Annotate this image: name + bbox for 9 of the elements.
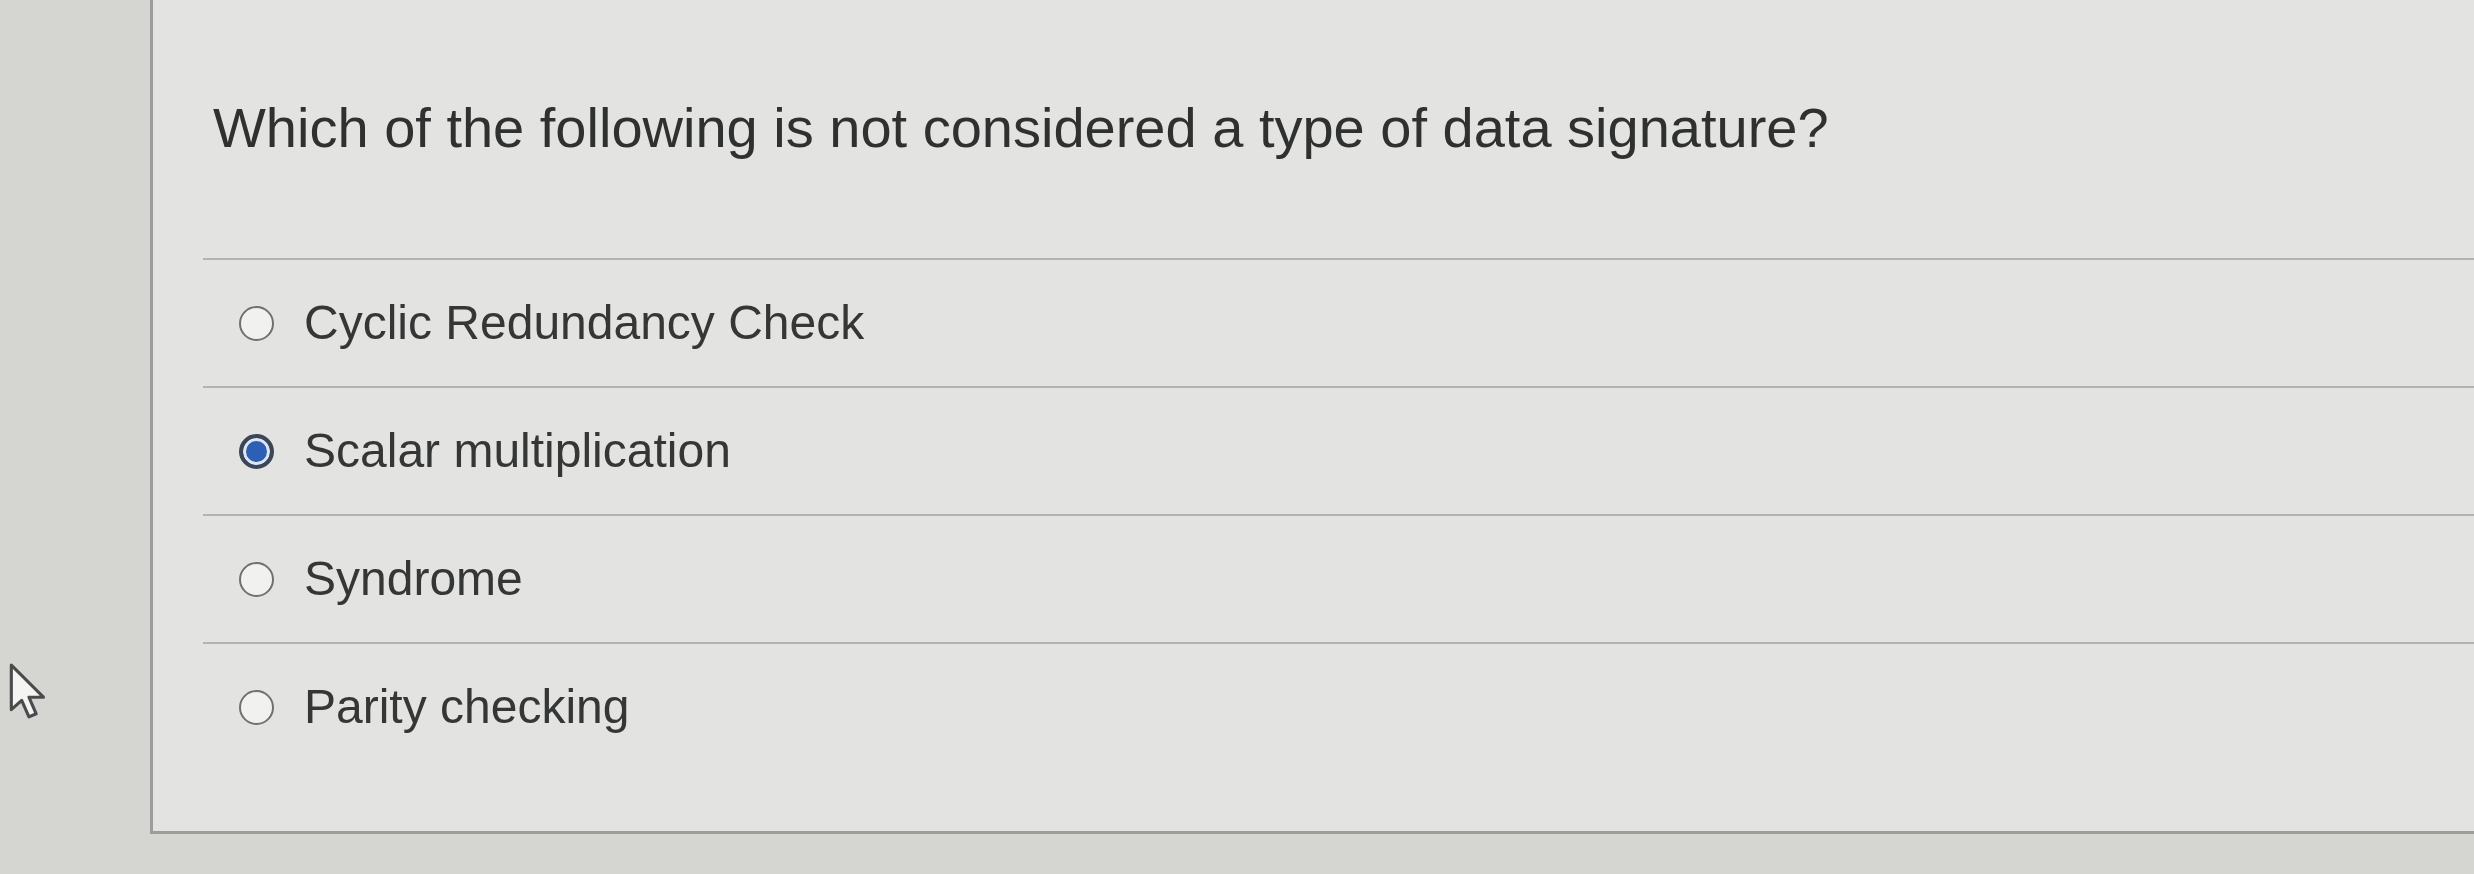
option-label[interactable]: Cyclic Redundancy Check	[304, 294, 865, 352]
radio-button[interactable]	[239, 433, 274, 469]
option-label[interactable]: Scalar multiplication	[304, 422, 731, 480]
radio-button[interactable]	[239, 305, 274, 341]
question-text: Which of the following is not considered a type of data signature?	[213, 95, 1829, 161]
radio-button[interactable]	[239, 561, 274, 597]
option-label[interactable]: Syndrome	[304, 550, 523, 608]
option-label[interactable]: Parity checking	[304, 678, 630, 736]
radio-button[interactable]	[239, 689, 274, 725]
